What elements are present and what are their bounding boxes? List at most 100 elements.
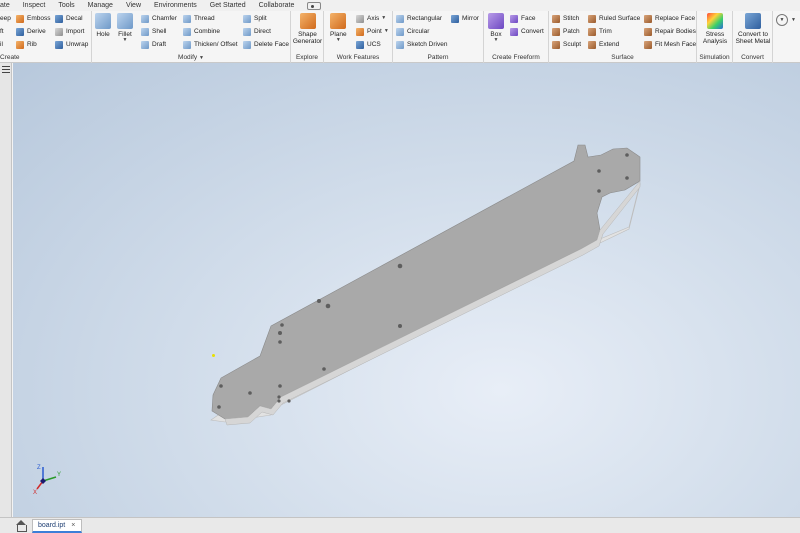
triad-z-label: Z [37,465,41,471]
loft-button[interactable]: ft [0,26,4,37]
stress-analysis-button[interactable]: Stress Analysis [699,13,731,45]
combine-button[interactable]: Combine [183,26,220,37]
rib-button[interactable]: Rib [16,39,37,50]
ruled-surface-button[interactable]: Ruled Surface [588,13,640,24]
ucs-button[interactable]: UCS [356,39,381,50]
direct-button[interactable]: Direct [243,26,271,37]
stress-analysis-label: Stress Analysis [702,31,728,45]
shell-icon [141,27,149,36]
fit-mesh-face-label: Fit Mesh Face [655,41,697,48]
convert-sheet-metal-button[interactable]: Convert to Sheet Metal [734,13,772,45]
point-button[interactable]: Point ▼ [356,26,389,37]
sculpt-button[interactable]: Sculpt [552,39,581,50]
graphics-viewport[interactable]: Z Y X [13,63,800,517]
split-label: Split [254,15,267,22]
panel-convert: Convert to Sheet Metal Convert [733,11,773,63]
circular-pattern-button[interactable]: Circular [396,26,429,37]
direct-label: Direct [254,28,271,35]
emboss-button[interactable]: Emboss [16,13,50,24]
patch-button[interactable]: Patch [552,26,580,37]
rectangular-pattern-button[interactable]: Rectangular [396,13,442,24]
tab-inspect[interactable]: Inspect [17,0,53,11]
direct-icon [243,27,251,36]
hole-c [280,323,284,327]
fillet-dropdown-icon[interactable]: ▼ [123,38,128,43]
import-icon [55,27,63,36]
box-icon [488,13,504,29]
repair-bodies-button[interactable]: Repair Bodies [644,26,696,37]
chamfer-button[interactable]: Chamfer [141,13,177,24]
thicken-offset-button[interactable]: Thicken/ Offset [183,39,238,50]
fillet-button[interactable]: Fillet ▼ [117,13,133,43]
plane-button[interactable]: Plane ▼ [330,13,347,43]
derive-label: Derive [27,28,46,35]
board-part-model[interactable] [13,63,800,517]
decal-button[interactable]: Decal [55,13,83,24]
replace-face-icon [644,14,652,23]
replace-face-button[interactable]: Replace Face [644,13,695,24]
axis-button[interactable]: Axis ▼ [356,13,386,24]
face-button[interactable]: Face [510,13,535,24]
shape-generator-button[interactable]: Shape Generator [292,13,323,45]
coil-button[interactable]: il [0,39,3,50]
fillet-icon [117,13,133,29]
thread-label: Thread [194,15,215,22]
ribbon-options-button[interactable]: ▼ [776,14,788,26]
fit-mesh-face-icon [644,40,652,49]
split-button[interactable]: Split [243,13,267,24]
axis-dropdown-icon: ▼ [381,15,387,21]
panel-explore: Shape Generator Explore [291,11,324,63]
draft-button[interactable]: Draft [141,39,166,50]
trim-button[interactable]: Trim [588,26,612,37]
close-icon[interactable]: × [71,522,75,529]
panel-create: eep ft il Emboss Derive Rib Decal Import… [0,11,92,63]
shell-label: Shell [152,28,167,35]
hole-f [322,367,326,371]
draft-label: Draft [152,41,167,48]
delete-face-label: Delete Face [254,41,290,48]
unwrap-button[interactable]: Unwrap [55,39,88,50]
tab-tools[interactable]: Tools [52,0,81,11]
document-tab-board[interactable]: board.ipt × [32,518,83,533]
box-button[interactable]: Box ▼ [488,13,504,43]
thread-button[interactable]: Thread [183,13,215,24]
sweep-button[interactable]: eep [0,13,11,24]
panel-modify-title[interactable]: Modify ▼ [92,53,290,63]
tab-collaborate[interactable]: Collaborate [253,0,302,11]
tab-environments[interactable]: Environments [148,0,204,11]
hole-n [597,169,601,173]
mirror-button[interactable]: Mirror [451,13,479,24]
tab-create-model[interactable]: ate [0,0,17,11]
panel-surface-title: Surface [611,54,634,61]
convert-label: Convert [521,28,544,35]
replace-face-label: Replace Face [655,15,696,22]
hole-button[interactable]: Hole [95,13,111,38]
repair-bodies-icon [644,27,652,36]
extend-button[interactable]: Extend [588,39,619,50]
hole-l [219,384,223,388]
box-dropdown-icon[interactable]: ▼ [494,38,499,43]
convert-sheet-metal-label: Convert to Sheet Metal [735,31,771,45]
plane-dropdown-icon[interactable]: ▼ [336,38,341,43]
derive-button[interactable]: Derive [16,26,46,37]
ribbon-more-icon[interactable]: ▼ [791,18,796,23]
sketch-driven-icon [396,40,404,49]
ribbon-display-toggle[interactable] [307,1,322,10]
panel-work-features-title: Work Features [336,54,380,61]
shape-generator-icon [299,13,316,29]
import-button[interactable]: Import [55,26,84,37]
convert-freeform-button[interactable]: Convert [510,26,544,37]
tab-manage[interactable]: Manage [82,0,120,11]
view-triad-icon[interactable]: Z Y X [29,461,63,495]
fit-mesh-face-button[interactable]: Fit Mesh Face [644,39,696,50]
shell-button[interactable]: Shell [141,26,166,37]
delete-face-button[interactable]: Delete Face [243,39,289,50]
board-top-face [211,144,641,420]
hamburger-menu-icon[interactable] [2,66,10,73]
draft-icon [141,40,149,49]
sketch-driven-pattern-button[interactable]: Sketch Driven [396,39,447,50]
stitch-button[interactable]: Stitch [552,13,579,24]
tab-get-started[interactable]: Get Started [204,0,253,11]
tab-view[interactable]: View [120,0,148,11]
home-icon[interactable] [14,519,28,533]
